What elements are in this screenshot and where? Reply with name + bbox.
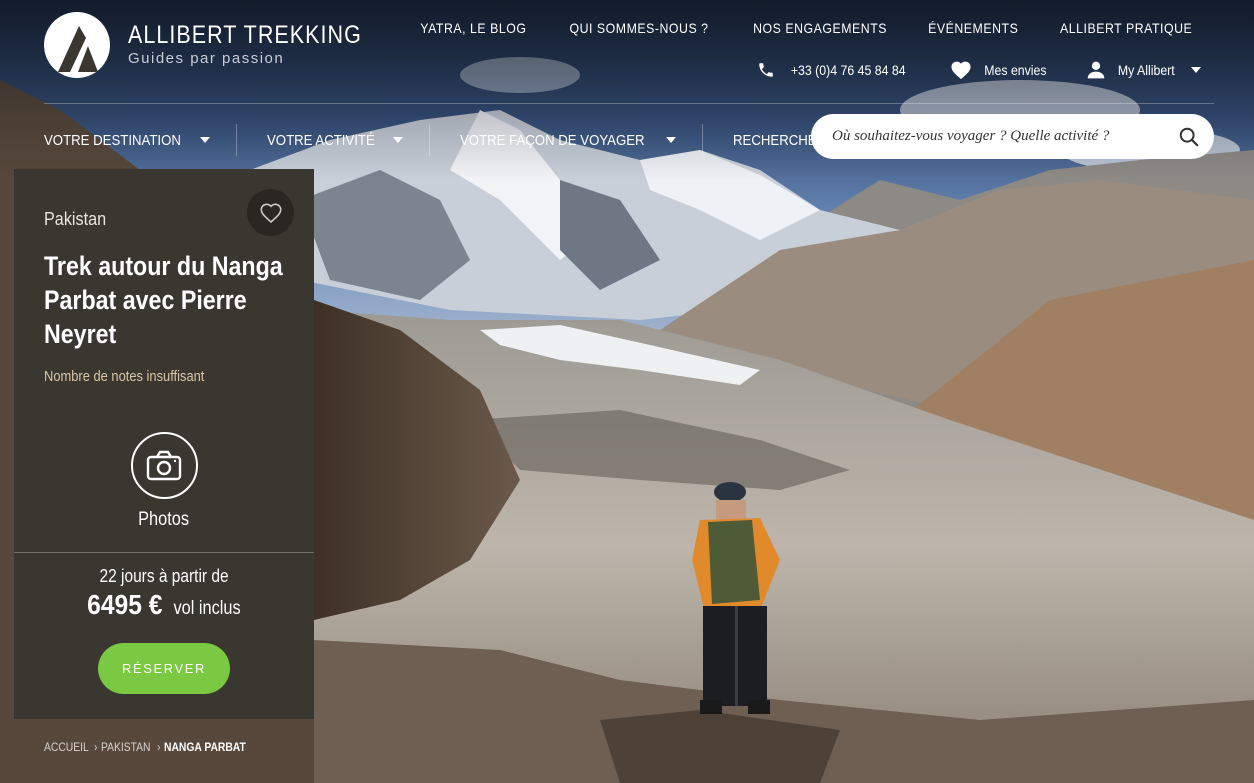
search-bar: [811, 114, 1214, 159]
breadcrumb: ACCUEIL › PAKISTAN › NANGA PARBAT: [44, 740, 259, 754]
nav-travel-style-label: VOTRE FAÇON DE VOYAGER: [460, 131, 645, 149]
nav-activity[interactable]: VOTRE ACTIVITÉ: [267, 132, 404, 149]
price-block: 22 jours à partir de 6495 € vol inclus: [14, 566, 314, 621]
account-label: My Allibert: [1118, 62, 1176, 78]
price-amount: 6495 €: [87, 589, 163, 620]
brand-name: ALLIBERT TREKKING: [128, 21, 362, 49]
brand-tagline: Guides par passion: [128, 50, 285, 67]
rating-text: Nombre de notes insuffisant: [44, 368, 205, 385]
nav-destination[interactable]: VOTRE DESTINATION: [44, 132, 210, 149]
breadcrumb-separator: ›: [94, 740, 98, 754]
account-menu[interactable]: My Allibert: [1086, 60, 1201, 80]
wishlist-label: Mes envies: [983, 62, 1047, 78]
chevron-down-icon: [199, 137, 210, 143]
brand-logo[interactable]: ALLIBERT TREKKING Guides par passion: [44, 12, 400, 78]
book-button[interactable]: RÉSERVER: [98, 643, 230, 694]
top-nav-about[interactable]: QUI SOMMES-NOUS ?: [570, 20, 709, 36]
camera-icon: [130, 432, 198, 499]
user-icon: [1088, 61, 1105, 79]
phone-number: +33 (0)4 76 45 84 84: [791, 62, 906, 78]
heart-icon: [951, 61, 971, 80]
product-country: Pakistan: [44, 209, 107, 229]
breadcrumb-separator: ›: [156, 740, 161, 754]
price-suffix: vol inclus: [173, 598, 241, 619]
card-divider: [14, 552, 314, 553]
product-card: Pakistan Trek autour du Nanga Parbat ave…: [14, 169, 314, 719]
top-nav-blog[interactable]: YATRA, LE BLOG: [421, 20, 527, 36]
photos-label: Photos: [138, 509, 190, 530]
chevron-down-icon: [1191, 67, 1201, 73]
duration-text: 22 jours à partir de: [99, 566, 229, 586]
phone-link[interactable]: +33 (0)4 76 45 84 84: [757, 61, 913, 79]
nav-separator: [701, 124, 703, 156]
nav-activity-label: VOTRE ACTIVITÉ: [266, 131, 375, 149]
top-nav-commitments[interactable]: NOS ENGAGEMENTS: [753, 20, 887, 36]
search-icon[interactable]: [1178, 126, 1200, 148]
top-nav-practical[interactable]: ALLIBERT PRATIQUE: [1060, 20, 1192, 36]
wishlist-link[interactable]: Mes envies: [950, 60, 1051, 80]
top-nav: YATRA, LE BLOG QUI SOMMES-NOUS ? NOS ENG…: [413, 20, 1201, 36]
logo-mountain-icon: [44, 12, 110, 78]
heart-outline-icon: [259, 202, 282, 223]
nav-separator: [429, 124, 431, 156]
photos-button[interactable]: Photos: [14, 432, 314, 531]
nav-destination-label: VOTRE DESTINATION: [44, 131, 181, 149]
breadcrumb-home[interactable]: ACCUEIL: [44, 740, 89, 754]
top-nav-events[interactable]: ÉVÉNEMENTS: [928, 20, 1018, 36]
search-input[interactable]: [832, 128, 1178, 145]
breadcrumb-country[interactable]: PAKISTAN: [101, 740, 151, 754]
nav-separator: [235, 124, 237, 156]
header-divider: [44, 103, 1214, 104]
nav-travel-style[interactable]: VOTRE FAÇON DE VOYAGER: [460, 132, 676, 149]
phone-icon: [759, 63, 773, 77]
favorite-button[interactable]: [247, 189, 294, 236]
breadcrumb-current: NANGA PARBAT: [163, 740, 246, 754]
chevron-down-icon: [393, 137, 404, 143]
chevron-down-icon: [665, 137, 676, 143]
main-nav: VOTRE DESTINATION VOTRE ACTIVITÉ VOTRE F…: [44, 124, 919, 156]
utility-nav: +33 (0)4 76 45 84 84 Mes envies My Allib…: [721, 60, 1201, 80]
product-title: Trek autour du Nanga Parbat avec Pierre …: [44, 251, 283, 349]
